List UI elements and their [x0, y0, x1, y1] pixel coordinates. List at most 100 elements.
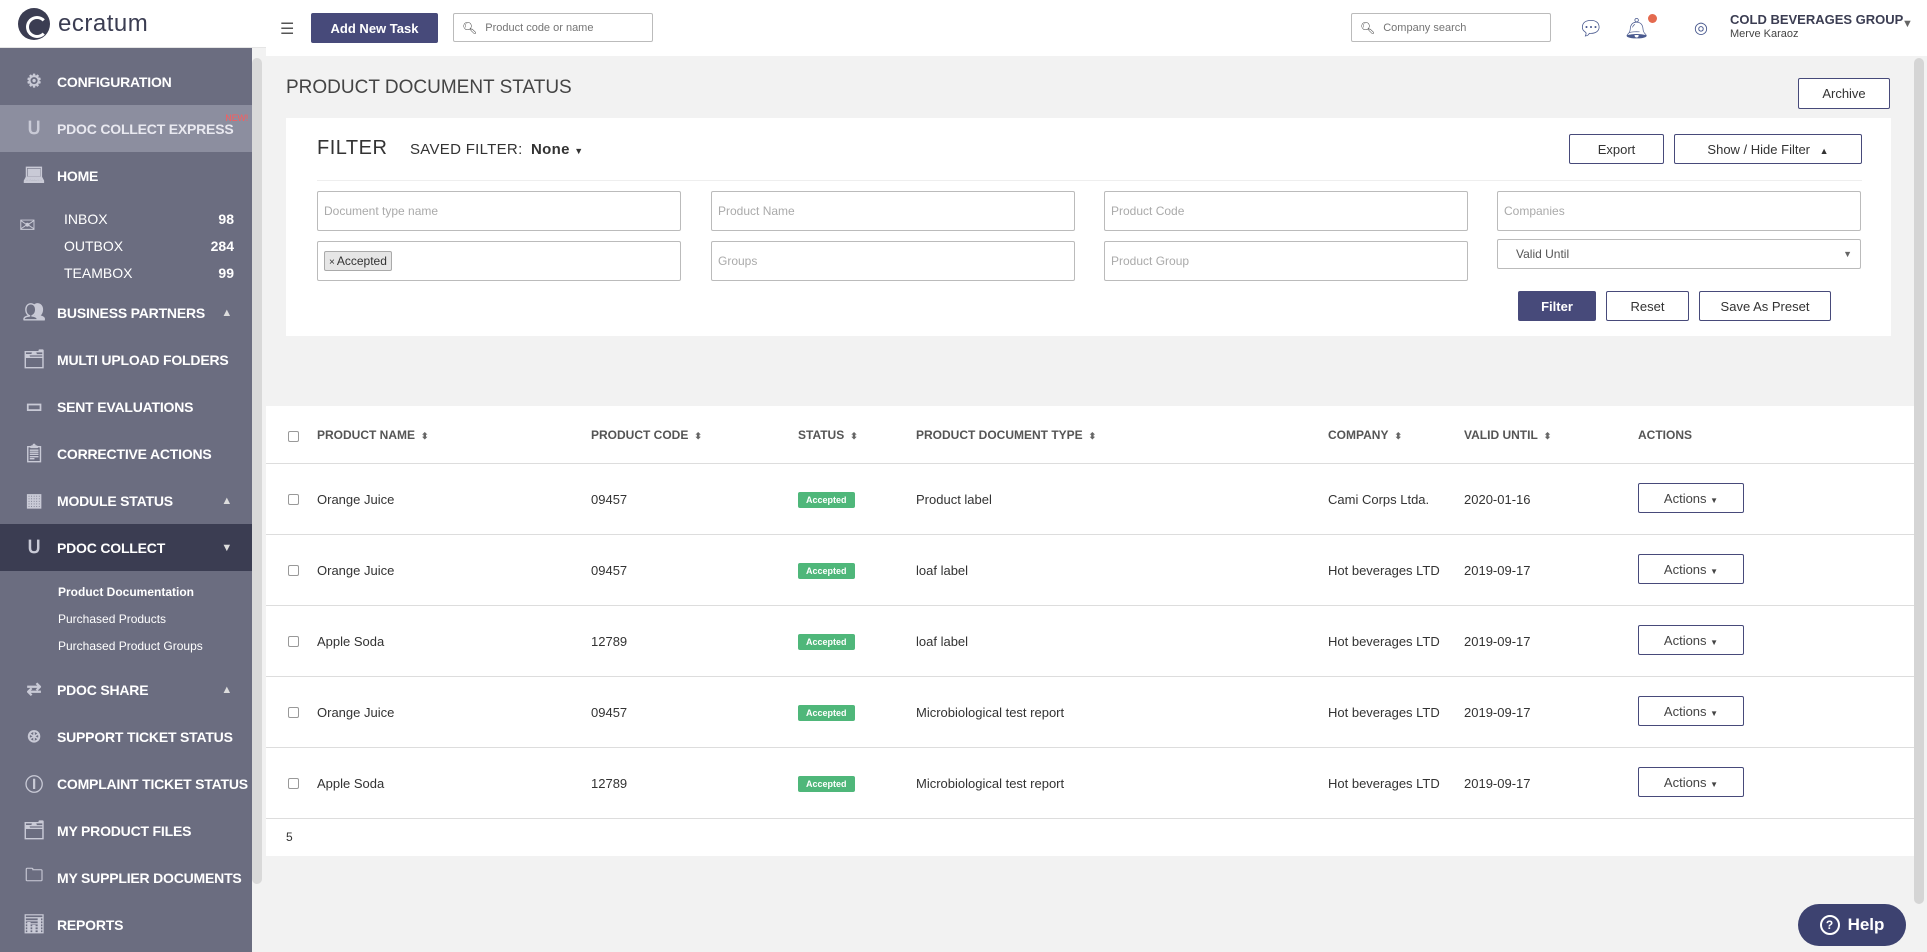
sidebar-item-configuration[interactable]: ⚙ CONFIGURATION — [0, 58, 252, 105]
help-button[interactable]: ? Help — [1798, 904, 1906, 946]
groups-field[interactable]: Groups — [711, 241, 1075, 281]
actions-dropdown-button[interactable]: Actions ▼ — [1638, 625, 1744, 655]
row-checkbox[interactable] — [288, 636, 299, 647]
sidebar-item-home[interactable]: 💻︎ HOME — [0, 152, 252, 199]
col-doc-type[interactable]: PRODUCT DOCUMENT TYPE ⬍ — [916, 428, 1096, 442]
status-multiselect[interactable]: × Accepted — [317, 241, 681, 281]
remove-tag-icon[interactable]: × — [329, 257, 335, 268]
cell-product-name[interactable]: Apple Soda — [317, 776, 384, 791]
cell-company: Hot beverages LTD — [1328, 634, 1440, 649]
show-hide-filter-button[interactable]: Show / Hide Filter ▲ — [1674, 134, 1862, 164]
sidebar-nav: ⚙ CONFIGURATION Ս PDOC COLLECT EXPRESS N… — [0, 58, 252, 948]
sidebar-item-outbox[interactable]: OUTBOX 284 — [64, 238, 234, 254]
sidebar-item-label: MODULE STATUS — [57, 492, 173, 509]
actions-dropdown-button[interactable]: Actions ▼ — [1638, 767, 1744, 797]
product-code-field[interactable]: Product Code — [1104, 191, 1468, 231]
saved-filter-label: SAVED FILTER: — [410, 141, 523, 158]
col-status[interactable]: STATUS ⬍ — [798, 428, 858, 442]
laptop-icon: 💻︎ — [22, 165, 46, 185]
sidebar-item-inbox[interactable]: INBOX 98 — [64, 211, 234, 227]
product-group-field[interactable]: Product Group — [1104, 241, 1468, 281]
sidebar-item-complaint-ticket[interactable]: ⓘ COMPLAINT TICKET STATUS — [0, 760, 252, 807]
sidebar-item-corrective-actions[interactable]: 📋︎ CORRECTIVE ACTIONS — [0, 430, 252, 477]
chevron-down-icon: ▼ — [221, 541, 232, 554]
show-hide-filter-label: Show / Hide Filter — [1707, 141, 1811, 157]
sidebar-item-label: PDOC SHARE — [57, 681, 149, 698]
filter-title: FILTER — [317, 137, 388, 159]
sidebar-item-business-partners[interactable]: 👥︎ BUSINESS PARTNERS ▲ — [0, 289, 252, 336]
filter-button[interactable]: Filter — [1518, 291, 1596, 321]
sidebar-item-reports[interactable]: 📊︎ REPORTS — [0, 901, 252, 948]
add-new-task-button[interactable]: Add New Task — [311, 13, 438, 43]
save-as-preset-button[interactable]: Save As Preset — [1699, 291, 1831, 321]
sidebar-item-module-status[interactable]: ▦ MODULE STATUS ▲ — [0, 477, 252, 524]
main-scrollbar[interactable] — [1914, 58, 1924, 904]
sidebar-item-my-supplier-docs[interactable]: 🗀 MY SUPPLIER DOCUMENTS — [0, 854, 252, 901]
table-header: PRODUCT NAME ⬍ PRODUCT CODE ⬍ STATUS ⬍ PROD… — [266, 406, 1914, 464]
magnet-icon: Ս — [27, 537, 41, 557]
saved-filter-dropdown[interactable]: SAVED FILTER: None ▼ — [410, 141, 583, 158]
caret-down-icon: ▼ — [1710, 495, 1719, 505]
col-company[interactable]: COMPANY ⬍ — [1328, 428, 1402, 442]
row-checkbox[interactable] — [288, 778, 299, 789]
cell-product-name[interactable]: Orange Juice — [317, 705, 394, 720]
actions-dropdown-button[interactable]: Actions ▼ — [1638, 554, 1744, 584]
cell-company: Cami Corps Ltda. — [1328, 492, 1430, 507]
sidebar-item-support-ticket[interactable]: ⊛ SUPPORT TICKET STATUS — [0, 713, 252, 760]
status-badge: Accepted — [798, 705, 855, 721]
sidebar-item-label: MY PRODUCT FILES — [57, 822, 192, 839]
row-checkbox[interactable] — [288, 707, 299, 718]
valid-until-select[interactable]: Valid Until ▼ — [1497, 239, 1861, 269]
select-all-checkbox[interactable] — [288, 431, 299, 442]
sidebar-item-pdoc-express[interactable]: Ս PDOC COLLECT EXPRESS NEW! — [0, 105, 252, 152]
cell-product-name[interactable]: Orange Juice — [317, 492, 394, 507]
org-name[interactable]: COLD BEVERAGES GROUP — [1730, 12, 1903, 27]
evaluation-icon: ▭ — [25, 396, 43, 416]
companies-field[interactable]: Companies — [1497, 191, 1861, 231]
sidebar-scrollbar[interactable] — [252, 58, 262, 884]
cell-product-code: 12789 — [591, 776, 628, 791]
col-product-code[interactable]: PRODUCT CODE ⬍ — [591, 428, 702, 442]
caret-down-icon: ▼ — [1710, 637, 1719, 647]
chevron-down-icon[interactable]: ▼ — [1902, 18, 1913, 30]
cell-product-name[interactable]: Apple Soda — [317, 634, 384, 649]
sidebar-item-teambox[interactable]: TEAMBOX 99 — [64, 265, 234, 281]
sidebar-subitem-purchased-product-groups[interactable]: Purchased Product Groups — [58, 633, 252, 660]
sort-icon: ⬍ — [694, 431, 702, 441]
sidebar-item-pdoc-collect[interactable]: Ս PDOC COLLECT ▼ — [0, 524, 252, 571]
chevron-up-icon: ▲ — [221, 683, 232, 696]
actions-label: Actions — [1663, 490, 1707, 506]
caret-down-icon: ▼ — [574, 146, 584, 156]
cell-product-name[interactable]: Orange Juice — [317, 563, 394, 578]
actions-dropdown-button[interactable]: Actions ▼ — [1638, 696, 1744, 726]
sidebar-item-multi-upload[interactable]: 🗂︎ MULTI UPLOAD FOLDERS — [0, 336, 252, 383]
logo[interactable]: ecratum — [0, 0, 266, 48]
row-checkbox[interactable] — [288, 494, 299, 505]
row-checkbox[interactable] — [288, 565, 299, 576]
product-search-box: 🔍︎ — [453, 13, 653, 42]
col-valid-until[interactable]: VALID UNTIL ⬍ — [1464, 428, 1551, 442]
export-button[interactable]: Export — [1569, 134, 1664, 164]
document-type-field[interactable]: Document type name — [317, 191, 681, 231]
reset-button[interactable]: Reset — [1606, 291, 1689, 321]
archive-button[interactable]: Archive — [1798, 78, 1890, 109]
sidebar-item-pdoc-share[interactable]: ⇄ PDOC SHARE ▲ — [0, 666, 252, 713]
menu-toggle-icon[interactable]: ☰ — [280, 19, 294, 39]
chat-icon[interactable]: 💬︎ — [1578, 16, 1603, 41]
notification-dot — [1648, 14, 1657, 23]
ecratum-logo-icon — [18, 7, 50, 40]
bell-icon[interactable]: 🔔︎ — [1624, 16, 1649, 41]
col-product-name[interactable]: PRODUCT NAME ⬍ — [317, 428, 429, 442]
sidebar-item-label: BUSINESS PARTNERS — [57, 304, 206, 321]
sidebar-item-my-product-files[interactable]: 🗂︎ MY PRODUCT FILES — [0, 807, 252, 854]
bar-chart-icon: 📊︎ — [22, 914, 46, 934]
col-label: PRODUCT DOCUMENT TYPE — [916, 428, 1083, 442]
actions-dropdown-button[interactable]: Actions ▼ — [1638, 483, 1744, 513]
sidebar-subitem-purchased-products[interactable]: Purchased Products — [58, 606, 252, 633]
product-name-field[interactable]: Product Name — [711, 191, 1075, 231]
valid-until-value: Valid Until — [1516, 247, 1570, 261]
sidebar-subitem-product-documentation[interactable]: Product Documentation — [58, 579, 252, 606]
sidebar-item-sent-evaluations[interactable]: ▭ SENT EVALUATIONS — [0, 383, 252, 430]
product-search-input[interactable] — [485, 21, 638, 34]
company-search-input[interactable] — [1383, 21, 1536, 34]
